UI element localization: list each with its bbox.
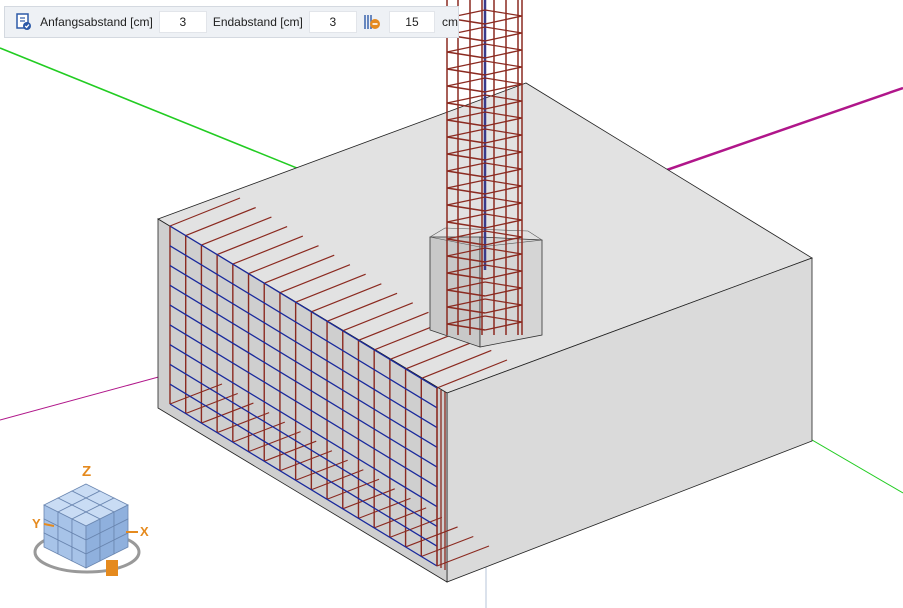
view-cube-axis-y[interactable]: Y bbox=[32, 516, 41, 531]
view-cube-axis-z[interactable]: Z bbox=[82, 463, 91, 480]
end-distance-label: Endabstand [cm] bbox=[212, 15, 303, 29]
column-stirrup bbox=[484, 43, 523, 51]
3d-viewport[interactable]: Z X Y bbox=[0, 0, 903, 608]
column-stirrup bbox=[484, 32, 523, 42]
column-stirrup bbox=[446, 43, 486, 53]
column-stirrup bbox=[484, 60, 523, 68]
bar-spacing-input[interactable] bbox=[388, 11, 435, 33]
view-cube-front-tab[interactable] bbox=[106, 560, 118, 576]
column-stirrup bbox=[484, 9, 523, 17]
view-cube-icon[interactable]: Z X Y bbox=[32, 463, 149, 576]
column-stub-front bbox=[429, 236, 481, 348]
column-stirrup bbox=[484, 66, 523, 76]
start-distance-label: Anfangsabstand [cm] bbox=[40, 15, 153, 29]
column-stirrup bbox=[446, 77, 486, 87]
rebar-settings-icon[interactable] bbox=[13, 11, 34, 33]
column-stub-right bbox=[479, 236, 543, 348]
spacing-unit-label: cm bbox=[441, 15, 458, 29]
column-stirrup bbox=[446, 85, 486, 93]
view-cube-axis-x[interactable]: X bbox=[140, 524, 149, 539]
rebar-distance-toolbar: Anfangsabstand [cm] Endabstand [cm] cm bbox=[4, 6, 459, 38]
column-stirrup bbox=[484, 15, 523, 25]
column-stirrup bbox=[446, 60, 486, 70]
column-stirrup bbox=[484, 77, 523, 85]
view-cube-blocks bbox=[43, 483, 129, 569]
column-stirrup bbox=[484, 49, 523, 59]
start-distance-input[interactable] bbox=[158, 11, 207, 33]
end-distance-input[interactable] bbox=[308, 11, 357, 33]
column-stirrup bbox=[446, 51, 486, 59]
column-stirrup bbox=[484, 26, 523, 34]
bar-spacing-icon[interactable] bbox=[362, 11, 383, 33]
column-stirrup bbox=[446, 68, 486, 76]
